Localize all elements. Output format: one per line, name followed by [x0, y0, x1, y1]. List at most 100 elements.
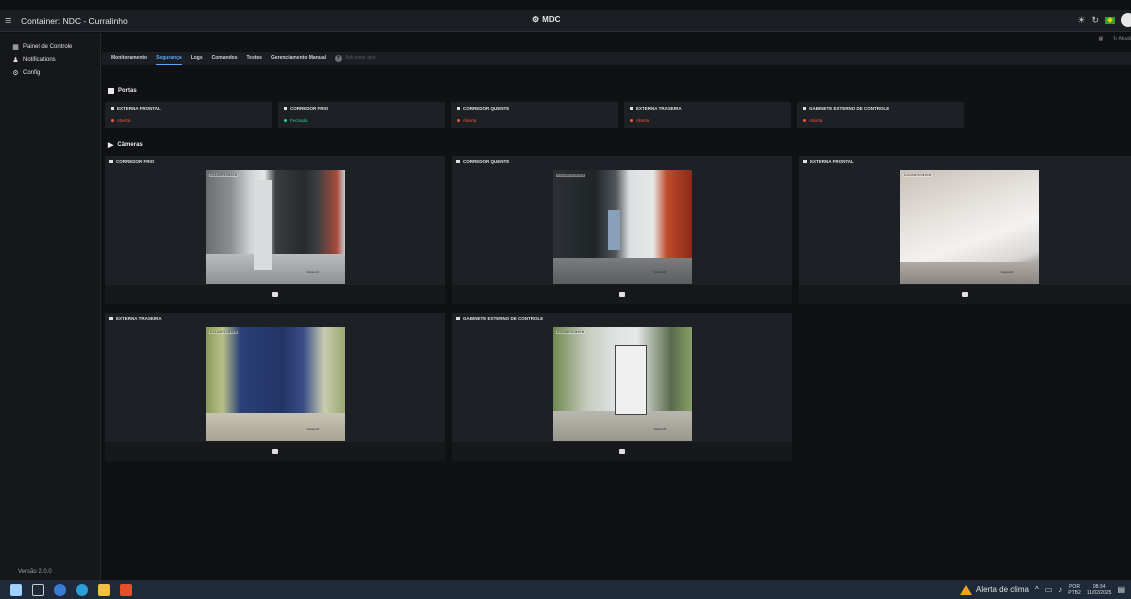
door-icon: [803, 107, 806, 110]
camera-card: GABINETE EXTERNO DE CONTROLE 11-01-2025 …: [452, 313, 792, 461]
camera-control-button[interactable]: [272, 449, 278, 454]
chevron-up-icon[interactable]: ^: [1035, 585, 1039, 594]
top-bar: ≡ Container: NDC - Curralinho ⚙ MDC ☀ ↻: [0, 10, 1131, 32]
system-tray: Alerta de clima ^ ▭ ♪ POR PTB2 08:34 11/…: [960, 580, 1131, 599]
door-status: Aberta: [463, 118, 477, 123]
camera-name: GABINETE EXTERNO DE CONTROLE: [463, 316, 544, 321]
main-content: ▦ ↻ Atuali Monitoramento Segurança Logs …: [102, 33, 1131, 580]
clock-date: 11/02/2025: [1086, 589, 1112, 596]
tab-logs[interactable]: Logs: [191, 52, 203, 65]
plus-icon: +: [334, 55, 342, 62]
edge-icon[interactable]: [76, 583, 88, 596]
brave-icon[interactable]: [120, 583, 132, 596]
camera-card: CORREDOR FRIO 11-01-2025 Ter 08:33:45 Ca…: [105, 156, 445, 304]
network-icon[interactable]: ▭: [1045, 585, 1053, 594]
door-name: CORREDOR FRIO: [290, 106, 329, 111]
camera-label: Camera 03: [1000, 271, 1013, 274]
camera-feed[interactable]: 11-01-2025 Ter 08:33:45 Camera 04: [206, 327, 345, 441]
door-name: CORREDOR QUENTE: [463, 106, 510, 111]
menu-icon[interactable]: ≡: [5, 15, 21, 27]
door-status: Aberta: [636, 118, 650, 123]
section-cameras: ▶ Câmeras: [108, 141, 143, 149]
tab-seguranca[interactable]: Segurança: [156, 52, 182, 65]
copilot-icon[interactable]: [54, 583, 66, 596]
door-icon: [284, 107, 287, 110]
weather-label: Alerta de clima: [976, 585, 1029, 594]
door-card: GABINETE EXTERNO DE CONTROLE Aberta: [797, 102, 964, 128]
door-card: CORREDOR QUENTE Aberta: [451, 102, 618, 128]
status-dot: [111, 119, 114, 122]
door-card: EXTERNA TRASEIRA Aberta: [624, 102, 791, 128]
warning-icon: [960, 584, 973, 595]
tab-comandos[interactable]: Comandos: [212, 52, 238, 65]
add-tab-label: Adicionar aba: [344, 55, 376, 61]
sidebar-item-painel[interactable]: ▦ Painel de Controle: [12, 41, 100, 52]
camera-timestamp: 11-01-2025 Ter 08:33:45: [209, 331, 239, 334]
sidebar-item-label: Notifications: [23, 56, 56, 63]
camera-footer: [105, 442, 445, 461]
camera-control-button[interactable]: [619, 292, 625, 297]
camera-footer: [452, 285, 792, 304]
language-code: POR: [1069, 583, 1080, 590]
camera-feed[interactable]: 11-01-2025 Ter 08:33:45 Camera 05: [553, 327, 692, 441]
app-root: ≡ Container: NDC - Curralinho ⚙ MDC ☀ ↻ …: [0, 0, 1131, 599]
dashboard-icon: ▦: [12, 43, 19, 51]
app-brand: ⚙ MDC: [532, 15, 560, 24]
door-icon: [630, 107, 633, 110]
refresh-icon[interactable]: ↻: [1091, 15, 1099, 26]
top-bar-actions: ☀ ↻: [1077, 13, 1131, 27]
door-name: GABINETE EXTERNO DE CONTROLE: [809, 106, 890, 111]
keyboard-layout: PTB2: [1068, 589, 1081, 596]
camera-icon: ▶: [108, 142, 114, 149]
sidebar-item-config[interactable]: ⚙ Config: [12, 67, 100, 78]
camera-footer: [452, 442, 792, 461]
start-icon[interactable]: [10, 583, 22, 596]
sun-icon[interactable]: ☀: [1077, 15, 1085, 26]
camera-control-button[interactable]: [619, 449, 625, 454]
camera-icon: [109, 160, 113, 163]
camera-icon: [456, 160, 460, 163]
camera-label: Camera 05: [653, 428, 666, 431]
camera-name: EXTERNA TRASEIRA: [116, 316, 162, 321]
camera-timestamp: 11-01-2025 Ter 08:33:45: [556, 331, 586, 334]
camera-control-button[interactable]: [272, 292, 278, 297]
weather-widget[interactable]: Alerta de clima: [960, 584, 1029, 595]
door-icon: [111, 107, 114, 110]
language-indicator[interactable]: POR PTB2: [1068, 584, 1081, 596]
camera-name: EXTERNA FRONTAL: [810, 159, 854, 164]
camera-control-button[interactable]: [962, 292, 968, 297]
sidebar-item-notifications[interactable]: ♟ Notifications: [12, 54, 100, 65]
camera-feed[interactable]: 11-01-2025 Ter 08:33:45 Camera 03: [900, 170, 1039, 284]
status-dot: [803, 119, 806, 122]
section-title-label: Portas: [118, 88, 137, 94]
door-status: Aberta: [809, 118, 823, 123]
door-status: Fechada: [290, 118, 308, 123]
volume-icon[interactable]: ♪: [1058, 585, 1062, 594]
tab-gerenciamento-manual[interactable]: Gerenciamento Manual: [271, 52, 326, 65]
refresh-button[interactable]: ↻ Atuali: [1113, 36, 1131, 42]
camera-icon: [456, 317, 460, 320]
camera-timestamp: 11-01-2025 Ter 08:33:45: [556, 174, 586, 177]
tab-testes[interactable]: Testes: [246, 52, 261, 65]
door-card: CORREDOR FRIO Fechada: [278, 102, 445, 128]
gear-icon: ⚙: [12, 69, 19, 77]
refresh-label: Atuali: [1118, 36, 1131, 42]
file-explorer-icon[interactable]: [98, 583, 110, 596]
camera-timestamp: 11-01-2025 Ter 08:33:45: [903, 174, 933, 177]
add-tab-button[interactable]: + Adicionar aba: [334, 52, 376, 65]
notification-icon[interactable]: ▤: [1117, 585, 1125, 594]
clock[interactable]: 08:34 11/02/2025: [1087, 584, 1112, 596]
avatar-icon[interactable]: [1121, 13, 1131, 27]
grid-icon[interactable]: ▦: [1098, 36, 1103, 42]
sidebar-item-label: Config: [23, 69, 41, 76]
camera-feed[interactable]: 11-01-2025 Ter 08:33:45 Camera 01: [206, 170, 345, 284]
camera-card: CORREDOR QUENTE 11-01-2025 Ter 08:33:45 …: [452, 156, 792, 304]
sidebar-item-label: Painel de Controle: [23, 43, 73, 50]
task-view-icon[interactable]: [32, 583, 44, 596]
tab-monitoramento[interactable]: Monitoramento: [111, 52, 147, 65]
status-dot: [284, 119, 287, 122]
camera-feed[interactable]: 11-01-2025 Ter 08:33:45 Camera 02: [553, 170, 692, 284]
bell-icon: ♟: [12, 56, 19, 64]
flag-icon[interactable]: [1105, 16, 1115, 24]
camera-name: CORREDOR FRIO: [116, 159, 155, 164]
